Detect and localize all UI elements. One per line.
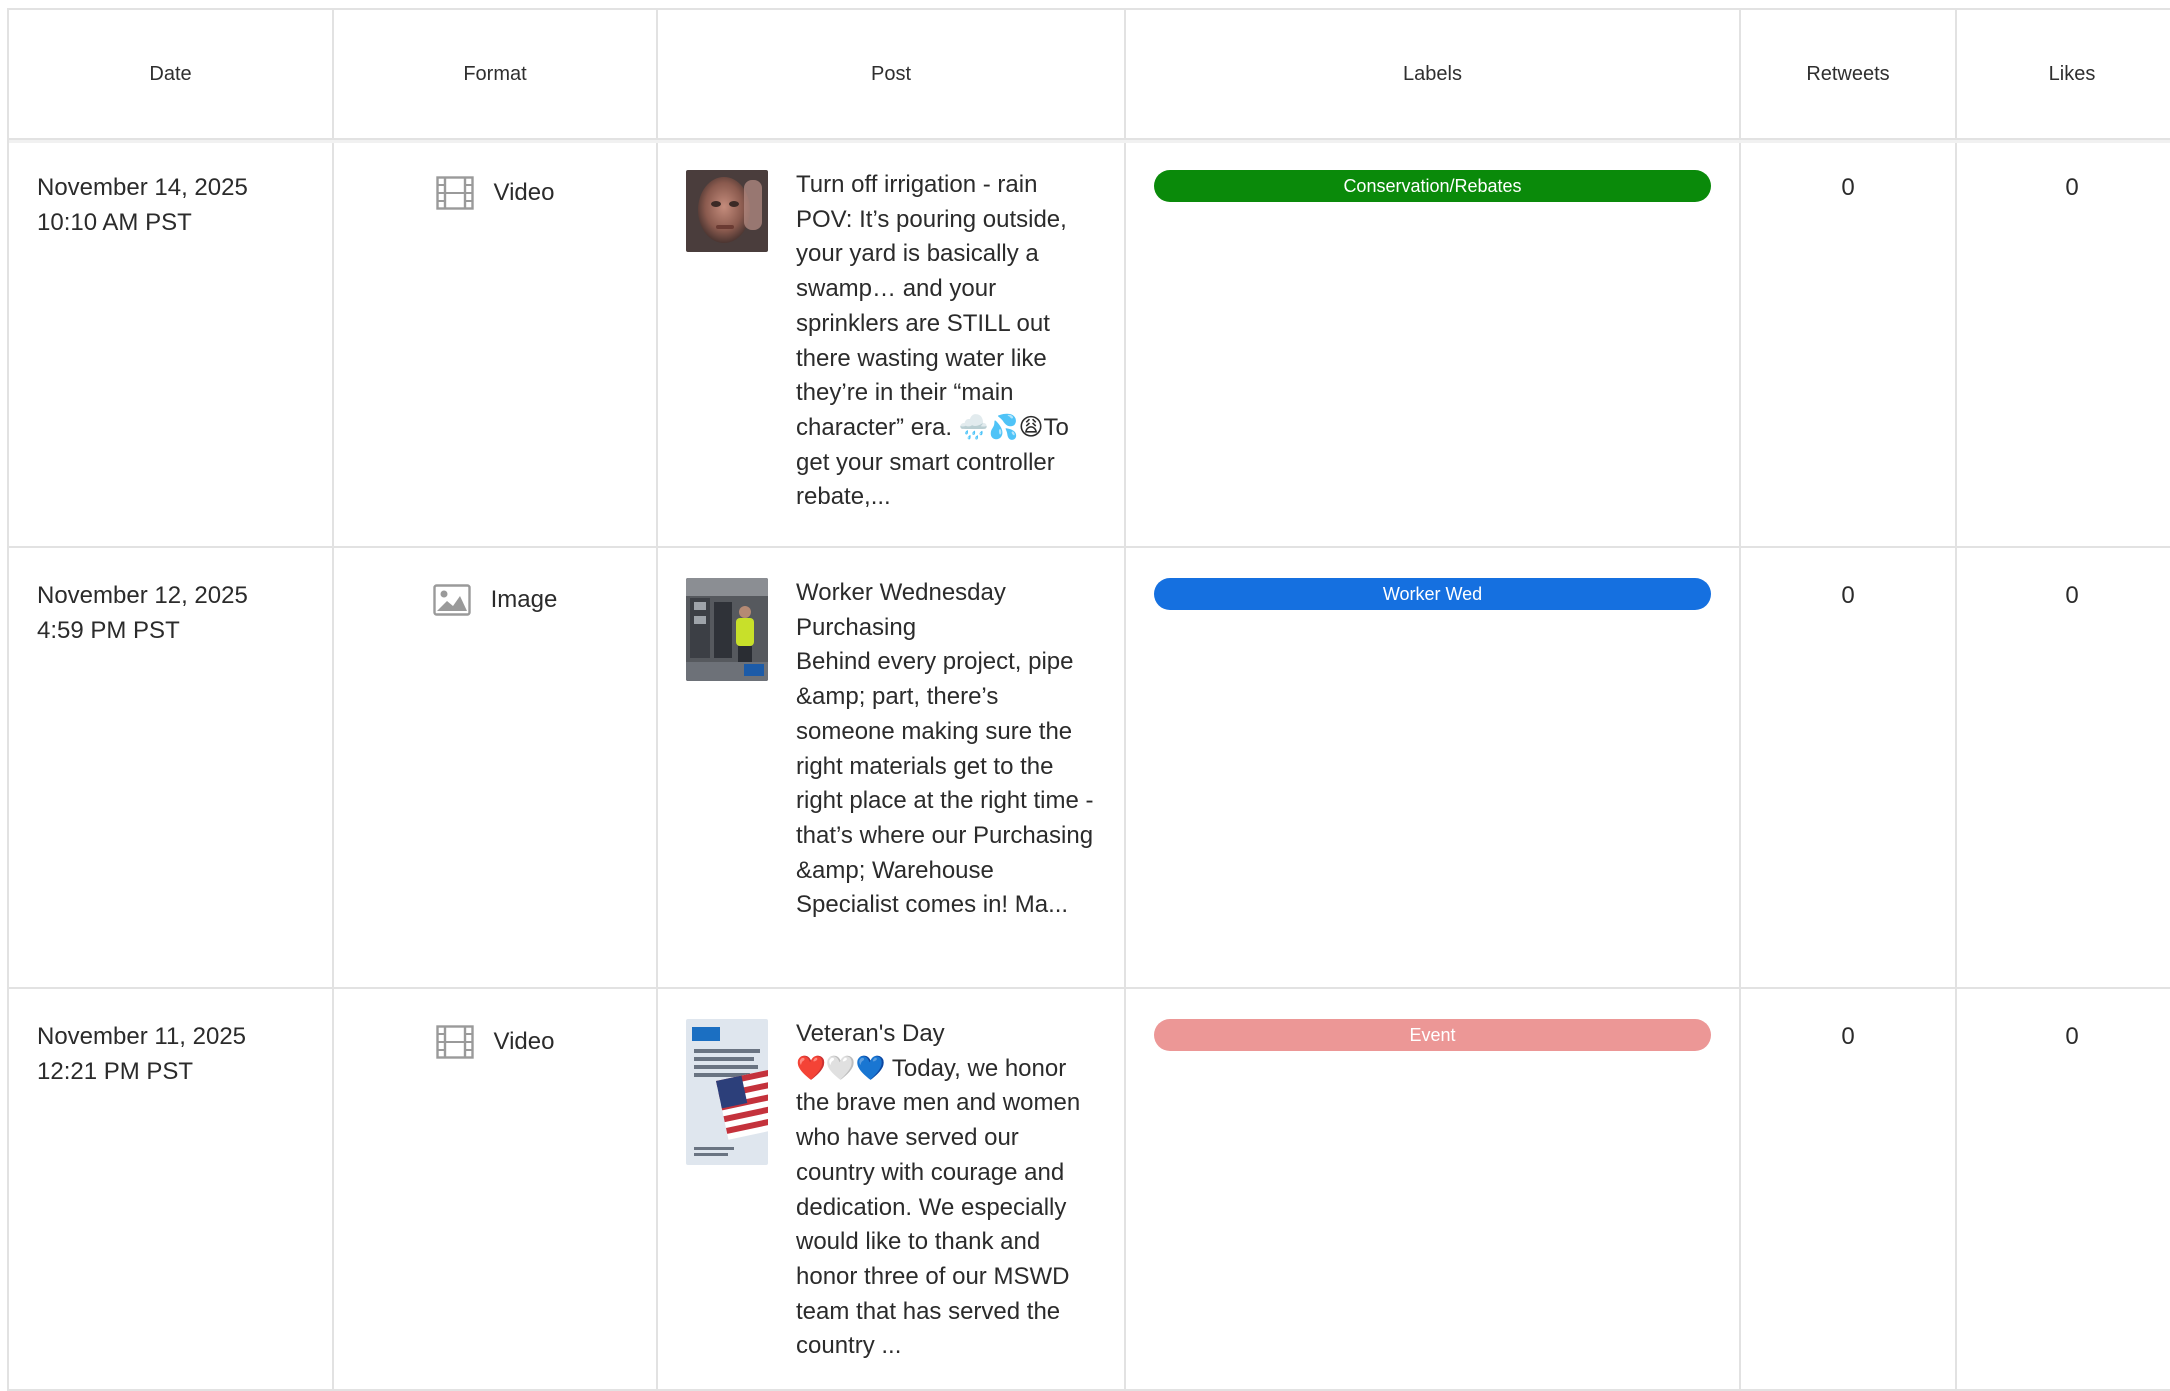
post-thumbnail[interactable]: [686, 1019, 768, 1165]
retweets-cell: 0: [1741, 989, 1957, 1389]
posts-table: Date Format Post Labels Retweets Likes N…: [7, 8, 2170, 1391]
post-text[interactable]: Turn off irrigation - rain POV: It’s pou…: [796, 168, 1096, 515]
retweets-count: 0: [1841, 1023, 1855, 1050]
post-text[interactable]: Veteran's Day ❤️🤍💙 Today, we honor the b…: [796, 1017, 1096, 1364]
retweets-count: 0: [1841, 174, 1855, 201]
retweets-count: 0: [1841, 582, 1855, 609]
label-pill[interactable]: Conservation/Rebates: [1154, 170, 1711, 202]
post-thumbnail[interactable]: [686, 170, 768, 252]
labels-cell: Event: [1126, 989, 1741, 1389]
header-retweets[interactable]: Retweets: [1741, 10, 1957, 138]
header-labels[interactable]: Labels: [1126, 10, 1741, 138]
post-text[interactable]: Worker Wednesday Purchasing Behind every…: [796, 576, 1096, 923]
likes-cell: 0: [1957, 548, 2170, 987]
post-cell: Turn off irrigation - rain POV: It’s pou…: [658, 140, 1126, 546]
likes-count: 0: [2065, 1023, 2079, 1050]
table-row[interactable]: November 11, 2025 12:21 PM PST Video Vet…: [9, 989, 2170, 1391]
labels-cell: Worker Wed: [1126, 548, 1741, 987]
format-cell: Image: [334, 548, 658, 987]
format-cell: Video: [334, 140, 658, 546]
post-thumbnail[interactable]: [686, 578, 768, 681]
header-date[interactable]: Date: [9, 10, 334, 138]
post-date: November 12, 2025: [37, 582, 248, 609]
date-cell: November 12, 2025 4:59 PM PST: [9, 548, 334, 987]
retweets-cell: 0: [1741, 140, 1957, 546]
post-date: November 14, 2025: [37, 174, 248, 201]
header-likes[interactable]: Likes: [1957, 10, 2170, 138]
header-format[interactable]: Format: [334, 10, 658, 138]
post-time: 10:10 AM PST: [37, 209, 192, 236]
film-icon: [435, 1025, 474, 1059]
format-label: Video: [493, 179, 555, 206]
post-cell: Veteran's Day ❤️🤍💙 Today, we honor the b…: [658, 989, 1126, 1389]
header-post[interactable]: Post: [658, 10, 1126, 138]
date-cell: November 11, 2025 12:21 PM PST: [9, 989, 334, 1389]
likes-count: 0: [2065, 174, 2079, 201]
label-pill[interactable]: Worker Wed: [1154, 578, 1711, 610]
post-time: 12:21 PM PST: [37, 1058, 194, 1085]
retweets-cell: 0: [1741, 548, 1957, 987]
post-cell: Worker Wednesday Purchasing Behind every…: [658, 548, 1126, 987]
label-pill[interactable]: Event: [1154, 1019, 1711, 1051]
image-icon: [432, 584, 471, 616]
format-cell: Video: [334, 989, 658, 1389]
film-icon: [435, 176, 474, 210]
likes-count: 0: [2065, 582, 2079, 609]
likes-cell: 0: [1957, 140, 2170, 546]
date-cell: November 14, 2025 10:10 AM PST: [9, 140, 334, 546]
table-row[interactable]: November 12, 2025 4:59 PM PST Image Work…: [9, 548, 2170, 989]
likes-cell: 0: [1957, 989, 2170, 1389]
post-date: November 11, 2025: [37, 1023, 247, 1050]
format-label: Video: [493, 1028, 555, 1055]
labels-cell: Conservation/Rebates: [1126, 140, 1741, 546]
post-time: 4:59 PM PST: [37, 617, 180, 644]
format-label: Image: [490, 586, 558, 613]
table-row[interactable]: November 14, 2025 10:10 AM PST Video Tur…: [9, 140, 2170, 548]
table-header: Date Format Post Labels Retweets Likes: [9, 10, 2170, 140]
